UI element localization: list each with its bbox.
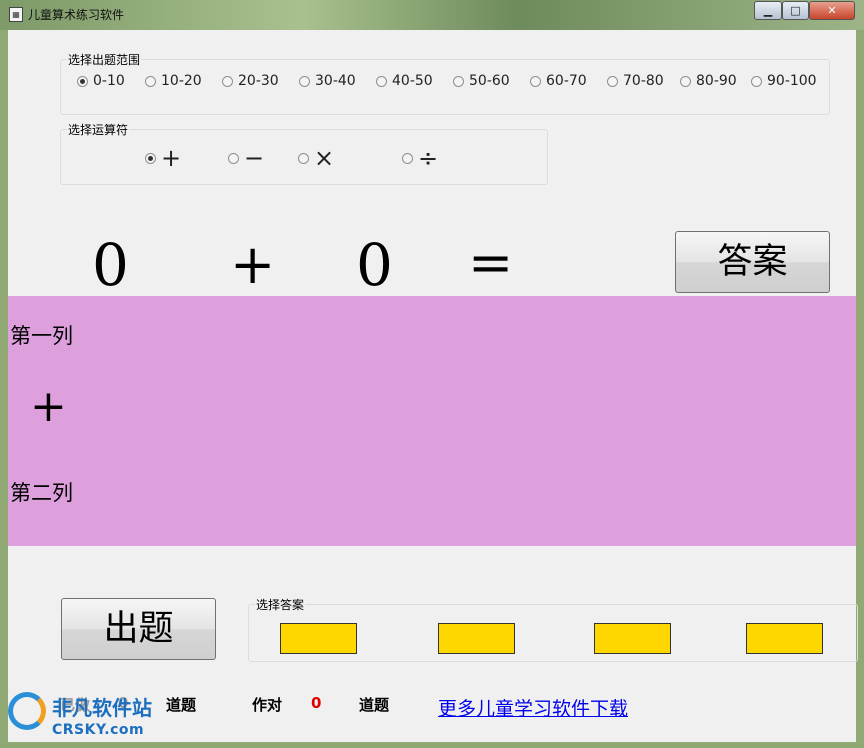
range-group-label: 选择出题范围 xyxy=(67,51,142,68)
radio-icon xyxy=(453,75,464,87)
radio-icon xyxy=(751,75,762,87)
title-bar: ▦ 儿童算术练习软件 ▁ □ ✕ xyxy=(0,0,864,30)
operator-group: 选择运算符 + − × ÷ xyxy=(60,121,548,185)
range-option-30-40[interactable]: 30-40 xyxy=(299,73,356,89)
correct-count: 0 xyxy=(311,694,322,712)
radio-icon xyxy=(402,152,413,164)
answer-choice-3[interactable] xyxy=(594,623,671,654)
range-option-20-30[interactable]: 20-30 xyxy=(222,73,279,89)
equation-operator: + xyxy=(230,233,276,296)
work-area-operator: + xyxy=(30,381,67,432)
operator-group-label: 选择运算符 xyxy=(67,121,130,138)
range-option-0-10[interactable]: 0-10 xyxy=(77,73,125,89)
window-title: 儿童算术练习软件 xyxy=(28,8,125,22)
maximize-button[interactable]: □ xyxy=(782,1,809,20)
main-window: 选择出题范围 0-10 10-20 20-30 30-40 40-50 50-6… xyxy=(8,30,858,742)
operator-option-add[interactable]: + xyxy=(145,146,181,170)
generate-question-button[interactable]: 出题 xyxy=(61,598,216,660)
right-operand: 0 xyxy=(356,231,393,299)
minimize-button[interactable]: ▁ xyxy=(754,1,782,20)
radio-icon xyxy=(607,75,618,87)
radio-icon xyxy=(680,75,691,87)
second-column-label: 第二列 xyxy=(10,481,73,505)
radio-icon xyxy=(530,75,541,87)
first-column-label: 第一列 xyxy=(10,324,73,348)
app-icon: ▦ xyxy=(9,7,23,22)
more-software-link[interactable]: 更多儿童学习软件下载 xyxy=(438,694,628,721)
left-operand: 0 xyxy=(92,231,129,299)
range-option-50-60[interactable]: 50-60 xyxy=(453,73,510,89)
work-area: 第一列 + 第二列 xyxy=(8,296,856,546)
range-option-80-90[interactable]: 80-90 xyxy=(680,73,737,89)
answer-choice-group-label: 选择答案 xyxy=(255,596,306,613)
watermark-logo-icon xyxy=(8,692,46,730)
watermark-url: CRSKY.com xyxy=(52,722,145,738)
range-option-10-20[interactable]: 10-20 xyxy=(145,73,202,89)
radio-selected-icon xyxy=(77,75,88,87)
radio-selected-icon xyxy=(145,152,156,164)
operator-option-subtract[interactable]: − xyxy=(228,146,264,170)
watermark-text: 非凡软件站 xyxy=(52,696,152,720)
answer-choice-4[interactable] xyxy=(746,623,823,654)
site-watermark: 非凡软件站 CRSKY.com xyxy=(0,686,160,748)
equals-sign: = xyxy=(468,231,514,294)
radio-icon xyxy=(376,75,387,87)
correct-label: 作对 xyxy=(252,696,283,714)
range-option-70-80[interactable]: 70-80 xyxy=(607,73,664,89)
answer-choice-1[interactable] xyxy=(280,623,357,654)
close-button[interactable]: ✕ xyxy=(809,1,855,20)
operator-option-multiply[interactable]: × xyxy=(298,146,334,170)
operator-option-divide[interactable]: ÷ xyxy=(402,146,438,170)
range-option-40-50[interactable]: 40-50 xyxy=(376,73,433,89)
answer-choice-2[interactable] xyxy=(438,623,515,654)
range-option-60-70[interactable]: 60-70 xyxy=(530,73,587,89)
radio-icon xyxy=(228,152,239,164)
answer-button[interactable]: 答案 xyxy=(675,231,830,293)
range-group: 选择出题范围 0-10 10-20 20-30 30-40 40-50 50-6… xyxy=(60,51,830,115)
correct-unit-label: 道题 xyxy=(359,696,390,714)
radio-icon xyxy=(222,75,233,87)
radio-icon xyxy=(145,75,156,87)
done-unit-label: 道题 xyxy=(166,696,197,714)
range-option-90-100[interactable]: 90-100 xyxy=(751,73,817,89)
answer-choice-group: 选择答案 xyxy=(248,596,858,662)
radio-icon xyxy=(299,75,310,87)
radio-icon xyxy=(298,152,309,164)
